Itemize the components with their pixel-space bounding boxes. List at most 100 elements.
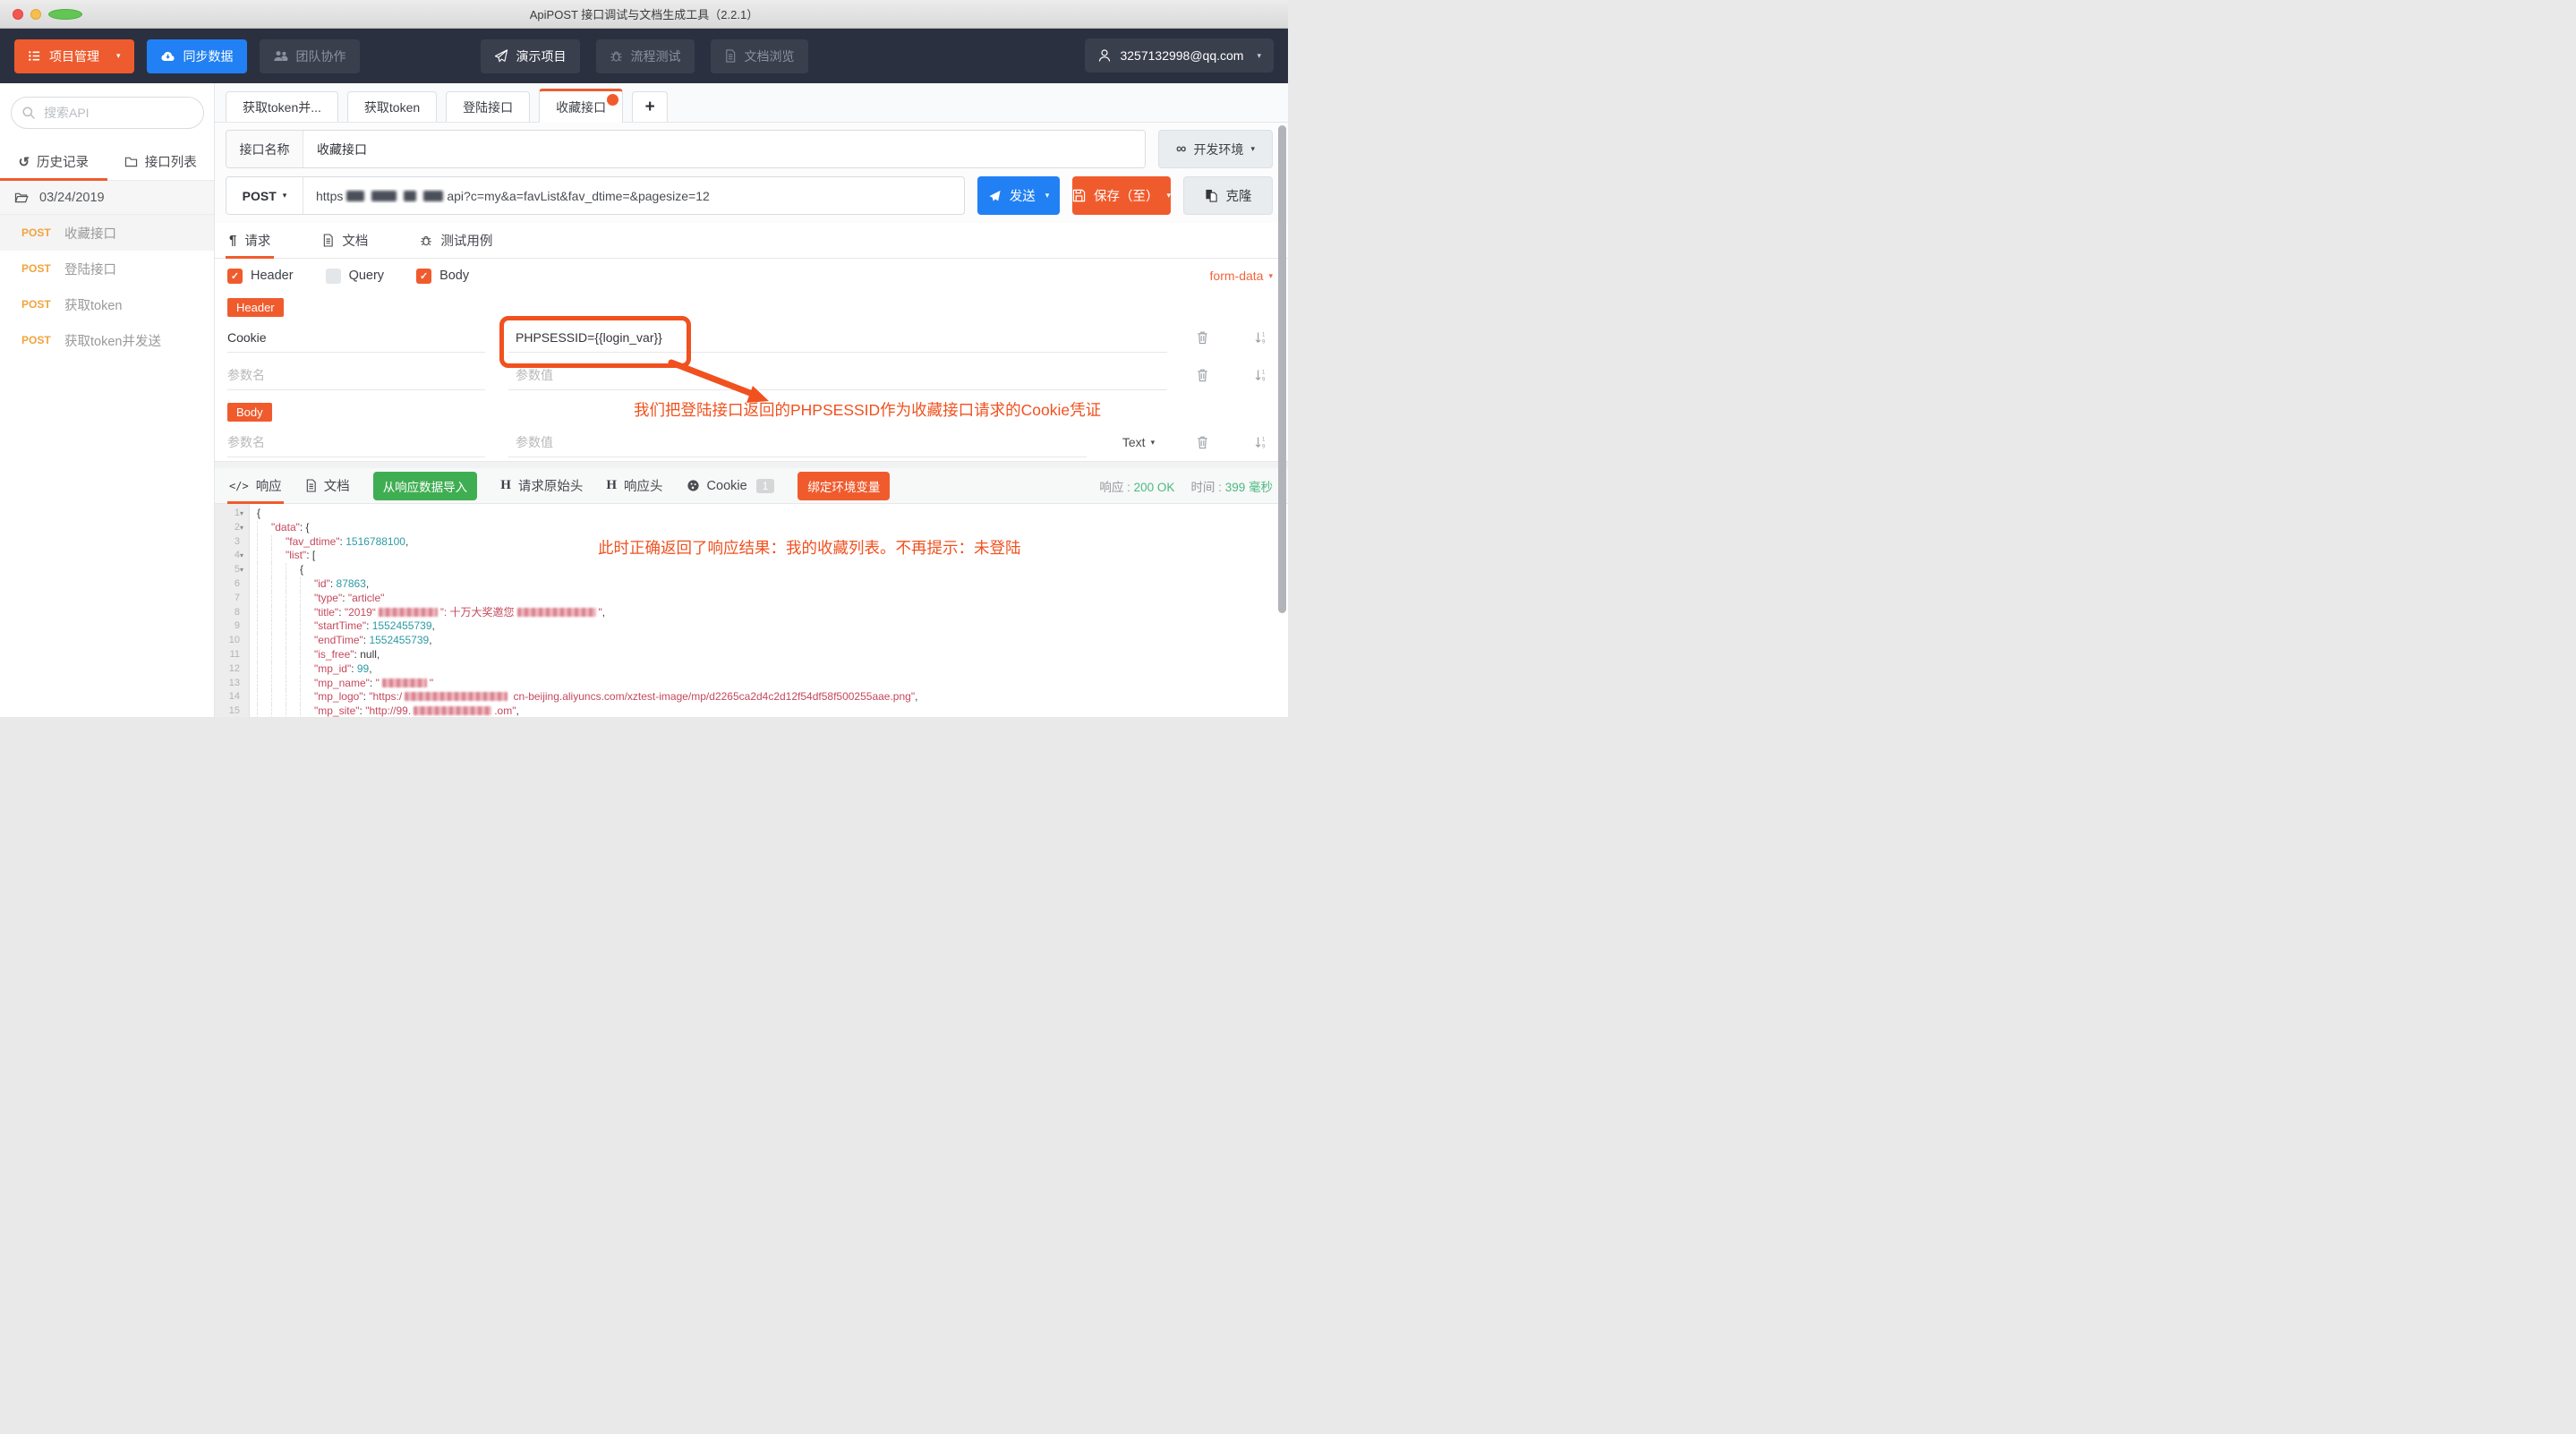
sidebar-item-label: 获取token — [64, 298, 123, 313]
param-row-empty-body: Text 19 — [215, 423, 1288, 461]
chevron-down-icon — [1166, 191, 1171, 201]
api-name-box: 接口名称 — [226, 130, 1146, 168]
document-icon — [322, 234, 334, 247]
fold-arrow-icon[interactable]: ▾ — [240, 521, 248, 535]
sidebar-item-get-token-send[interactable]: POST 获取token并发送 — [0, 322, 214, 358]
fold-arrow-icon[interactable]: ▾ — [240, 563, 248, 577]
api-name-input[interactable] — [303, 131, 1145, 167]
url-suffix: api?c=my&a=favList&fav_dtime=&pagesize=1… — [447, 188, 710, 203]
sidebar-item-login-api[interactable]: POST 登陆接口 — [0, 251, 214, 286]
param-name-input[interactable] — [227, 322, 485, 353]
doc-tab-get-token[interactable]: 获取token — [346, 91, 438, 122]
traffic-lights — [13, 9, 82, 20]
toggle-query[interactable]: Query — [325, 268, 385, 284]
section-toggles: Header Query Body form-data — [215, 259, 1288, 293]
sort-order-icon[interactable]: 19 — [1254, 330, 1267, 345]
search-input[interactable] — [11, 97, 204, 129]
param-value-input[interactable] — [508, 360, 1167, 390]
sidebar-tab-history[interactable]: ↺ 历史记录 — [0, 143, 107, 181]
redacted-block — [404, 190, 417, 201]
tab-raw-request-headers[interactable]: H 请求原始头 — [500, 468, 583, 503]
folder-icon — [124, 156, 138, 167]
url-input[interactable]: https api?c=my&a=favList&fav_dtime=&pages… — [303, 189, 722, 203]
import-from-response-button[interactable]: 从响应数据导入 — [372, 471, 478, 500]
chevron-down-icon — [1268, 271, 1273, 281]
chevron-down-icon — [283, 191, 287, 201]
project-manage-button[interactable]: 项目管理 — [14, 38, 134, 73]
sort-order-icon[interactable]: 19 — [1254, 368, 1267, 382]
sidebar-item-favorite-api[interactable]: POST 收藏接口 — [0, 215, 214, 251]
tab-response-label: 响应 — [255, 480, 282, 494]
sidebar-tab-api-list[interactable]: 接口列表 — [107, 143, 215, 180]
param-type-dropdown[interactable]: Text — [1110, 435, 1167, 449]
zoom-window-button[interactable] — [48, 9, 82, 20]
toggle-body[interactable]: Body — [416, 268, 469, 284]
list-icon — [28, 49, 41, 63]
time-label: 时间 : — [1190, 480, 1222, 494]
close-window-button[interactable] — [13, 9, 23, 20]
param-value-input[interactable] — [508, 322, 1167, 353]
environment-dropdown[interactable]: ∞ 开发环境 — [1158, 130, 1273, 168]
body-format-dropdown[interactable]: form-data — [1210, 269, 1273, 283]
param-value-input[interactable] — [508, 427, 1087, 457]
sync-data-button[interactable]: 同步数据 — [146, 38, 247, 73]
tab-response[interactable]: </> 响应 — [227, 468, 284, 504]
redacted-block — [371, 190, 397, 201]
tab-doc[interactable]: 文档 — [322, 223, 368, 258]
add-tab-button[interactable]: + — [632, 91, 669, 122]
clone-label: 克隆 — [1225, 190, 1252, 204]
method-dropdown[interactable]: POST — [226, 177, 303, 214]
history-date-group[interactable]: 03/24/2019 — [0, 181, 214, 215]
response-code[interactable]: 1 ▾{2 ▾ "data": {3 "fav_dtime": 1516788100,… — [215, 504, 1288, 717]
doc-tab-favorite-api[interactable]: 收藏接口 — [539, 89, 624, 123]
toggle-header[interactable]: Header — [227, 268, 294, 284]
save-button[interactable]: 保存（至） — [1072, 176, 1171, 215]
checkbox-checked-icon — [227, 268, 243, 284]
trash-icon[interactable] — [1196, 330, 1209, 345]
doc-tab-login-api[interactable]: 登陆接口 — [446, 91, 531, 122]
doc-browse-button[interactable]: 文档浏览 — [710, 38, 808, 73]
demo-project-button[interactable]: 演示项目 — [480, 38, 580, 73]
bind-env-variable-button[interactable]: 绑定环境变量 — [798, 471, 891, 500]
user-account-menu[interactable]: 3257132998@qq.com — [1085, 38, 1274, 73]
toggle-query-label: Query — [348, 269, 385, 283]
vertical-scrollbar-thumb[interactable] — [1278, 125, 1286, 613]
doc-tab-label: 登陆接口 — [463, 99, 514, 115]
tab-response-headers[interactable]: H 响应头 — [606, 468, 662, 503]
document-tabstrip: 获取token并... 获取token 登陆接口 收藏接口 + — [215, 83, 1288, 123]
header-h-icon: H — [500, 478, 511, 492]
fold-arrow-icon[interactable]: ▾ — [240, 507, 248, 521]
param-name-input[interactable] — [227, 427, 485, 457]
row-actions: 19 — [1190, 368, 1273, 382]
tab-response-doc-label: 文档 — [323, 480, 350, 494]
tab-request[interactable]: ¶ 请求 — [225, 223, 275, 259]
save-icon — [1072, 189, 1086, 202]
code-line: 1 ▾{ — [234, 507, 261, 521]
flow-test-button[interactable]: 流程测试 — [595, 38, 695, 73]
team-collab-button[interactable]: 团队协作 — [259, 38, 360, 73]
trash-icon[interactable] — [1196, 435, 1209, 449]
doc-tab-label: 收藏接口 — [556, 99, 607, 115]
send-button[interactable]: 发送 — [977, 176, 1060, 215]
param-name-input[interactable] — [227, 360, 485, 390]
copy-icon — [1205, 189, 1218, 202]
fold-arrow-icon[interactable]: ▾ — [240, 549, 248, 563]
sidebar-item-get-token[interactable]: POST 获取token — [0, 286, 214, 322]
sort-order-icon[interactable]: 19 — [1254, 435, 1267, 449]
svg-text:1: 1 — [1262, 371, 1266, 376]
clone-button[interactable]: 克隆 — [1183, 176, 1273, 215]
trash-icon[interactable] — [1196, 368, 1209, 382]
minimize-window-button[interactable] — [30, 9, 41, 20]
tab-response-doc[interactable]: 文档 — [305, 468, 350, 503]
redacted-block — [516, 607, 596, 617]
tab-cookie[interactable]: Cookie 1 — [687, 468, 775, 503]
code-line: 6 "id": 87863, — [234, 576, 370, 592]
doc-tab-get-token-send[interactable]: 获取token并... — [226, 91, 338, 122]
status-label: 响应 : — [1099, 480, 1130, 494]
row-actions: 19 — [1190, 330, 1273, 345]
team-collab-label: 团队协作 — [295, 48, 346, 64]
paper-plane-icon — [494, 49, 508, 63]
tab-testcase[interactable]: 测试用例 — [420, 223, 492, 258]
